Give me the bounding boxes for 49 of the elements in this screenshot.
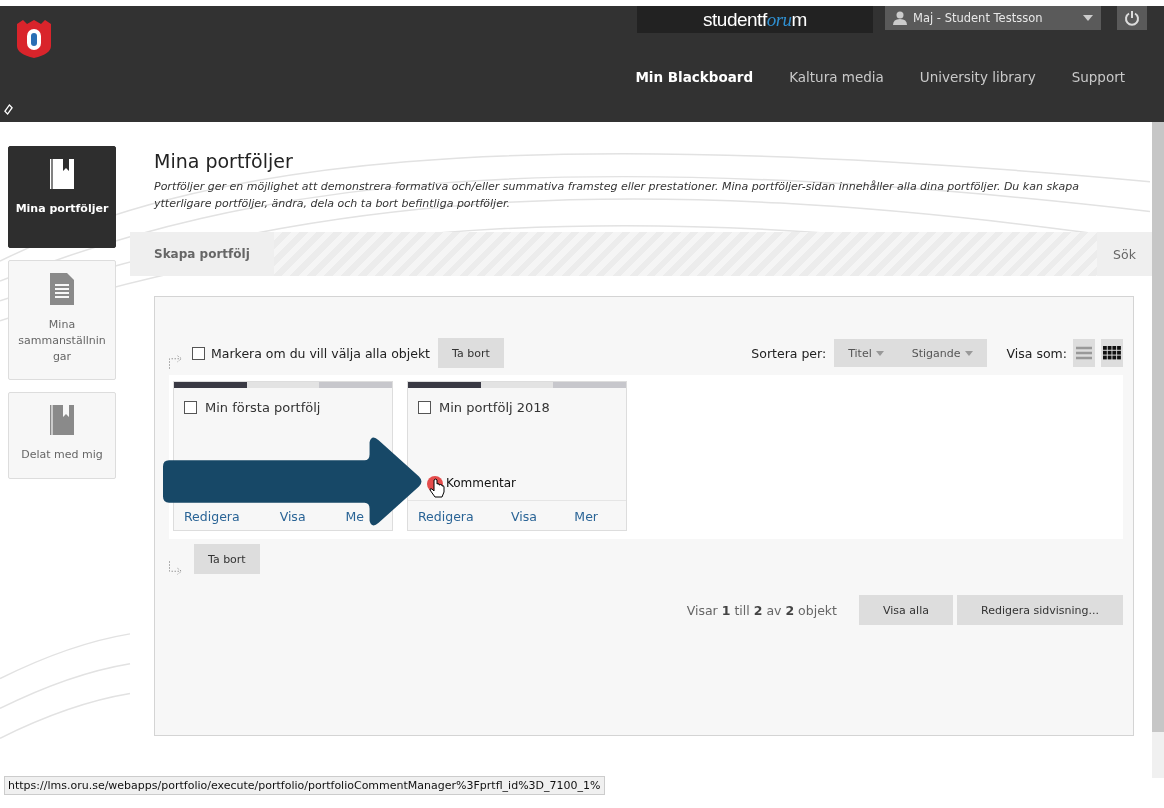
list-view-button[interactable] [1073,339,1095,368]
create-portfolio-button[interactable]: Skapa portfölj [130,232,274,277]
connector-arrow-icon [169,355,182,370]
list-icon [1076,346,1092,361]
university-logo-icon [17,20,51,58]
sort-label: Sortera per: [751,345,827,361]
sidebar-tile[interactable]: Delat med mig [8,392,116,479]
pagination-button[interactable]: Visa alla [859,595,953,626]
nav-link[interactable]: University library [919,69,1036,85]
book-icon [49,405,75,435]
nav-link[interactable]: Kaltura media [789,69,884,85]
caret-icon [875,350,884,356]
delete-button[interactable]: Ta bort [438,338,504,369]
nav-link[interactable]: Min Blackboard [635,69,754,85]
nav-link[interactable]: Support [1071,69,1125,85]
delete-button[interactable]: Ta bort [194,544,260,575]
grid-icon [1103,346,1121,361]
card-action-link[interactable]: Mer [574,509,598,525]
link-icon [4,104,13,115]
power-icon [1124,10,1140,26]
caret-icon [964,350,973,356]
card-action-link[interactable]: Me [345,509,364,525]
user-menu-button[interactable]: Maj - Student Testsson [885,6,1101,30]
card-action-link[interactable]: Visa [511,509,537,525]
pagination-button[interactable]: Redigera sidvisning... [957,595,1123,626]
card-action-link[interactable]: Redigera [418,509,474,525]
view-label: Visa som: [1006,345,1067,361]
page-title: Mina portföljer [154,150,294,172]
grid-view-button[interactable] [1101,339,1123,368]
power-button[interactable] [1117,6,1147,30]
sidebar-tile[interactable]: Mina portföljer [8,146,116,248]
scrollbar[interactable] [1152,122,1164,778]
pagination-summary: Visar 1 till 2 av 2 objekt [686,602,837,618]
select-all-checkbox[interactable]: Markera om du vill välja alla objekt [192,345,431,361]
connector-arrow-icon [169,561,182,576]
portfolio-checkbox[interactable]: Min första portfölj [174,388,392,416]
portfolio-checkbox[interactable]: Min portfölj 2018 [408,388,626,416]
caret-icon [1083,15,1093,21]
page-description: Portföljer ger en möjlighet att demonstrera formativa och/eller summativa framsteg eller prestationer. Mina portföljer-sidan innehåller alla dina portföljer. Du kan skapa ytterligare portföljer, ändra, dela och ta bort befintliga portföljer. [154,179,1080,213]
status-url: https://lms.oru.se/webapps/portfolio/execute/portfolio/portfolioCommentManager%3Fprtfl_id%3D_7100_1% [4,776,605,795]
sidebar-tile[interactable]: Mina sammanställningar [8,260,116,380]
studentforum-logo[interactable]: studentforum [637,6,873,33]
user-icon [893,11,907,25]
document-icon [49,273,75,305]
search-button[interactable]: Sök [1097,232,1152,277]
card-action-link[interactable]: Redigera [184,509,240,525]
card-action-link[interactable]: Visa [279,509,306,525]
book-icon [49,159,75,189]
comment-link[interactable]: Kommentar [446,476,516,491]
